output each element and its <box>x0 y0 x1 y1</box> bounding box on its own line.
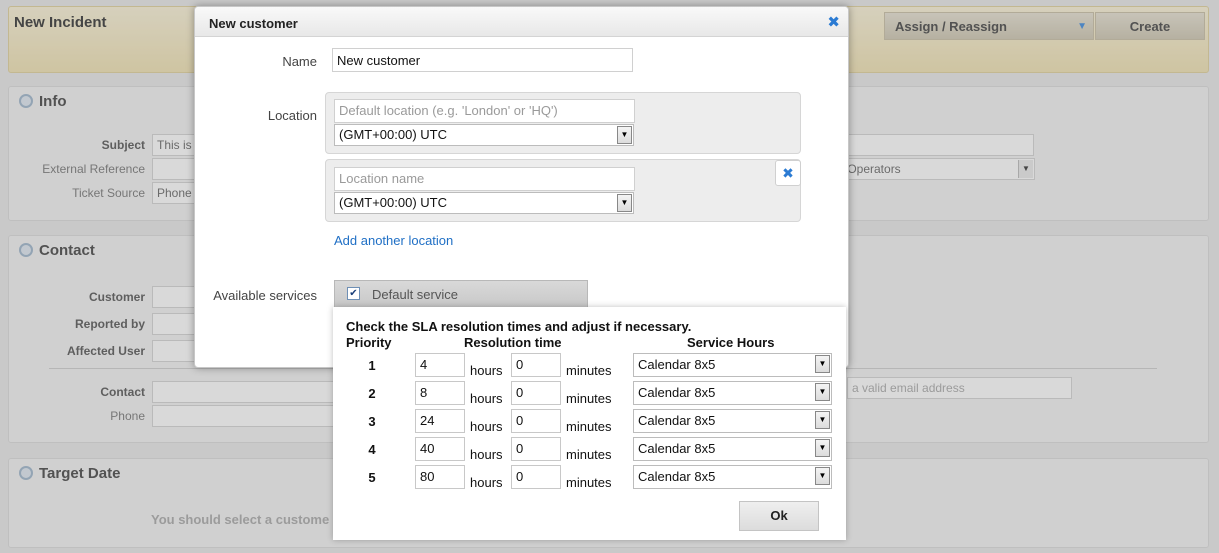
chevron-down-icon: ▼ <box>815 383 830 401</box>
priority-value: 2 <box>368 386 376 401</box>
minutes-unit: minutes <box>566 363 612 378</box>
chevron-down-icon: ▼ <box>617 194 632 212</box>
minutes-unit: minutes <box>566 447 612 462</box>
minutes-input[interactable]: 0 <box>511 381 561 405</box>
calendar-value: Calendar 8x5 <box>638 357 716 372</box>
priority-header: Priority <box>346 335 392 350</box>
minutes-unit: minutes <box>566 419 612 434</box>
chevron-down-icon: ▼ <box>815 439 830 457</box>
timezone-select-2[interactable]: (GMT+00:00) UTC ▼ <box>334 192 634 214</box>
service-hours-header: Service Hours <box>687 335 775 350</box>
default-service-label: Default service <box>372 287 458 302</box>
close-icon[interactable]: ✖ <box>827 13 840 31</box>
priority-value: 3 <box>368 414 376 429</box>
service-hours-select[interactable]: Calendar 8x5 ▼ <box>633 437 832 461</box>
priority-value: 1 <box>368 358 376 373</box>
chevron-down-icon: ▼ <box>815 411 830 429</box>
hours-input[interactable]: 80 <box>415 465 465 489</box>
hours-unit: hours <box>470 363 503 378</box>
dialog-title: New customer <box>209 16 298 31</box>
default-location-group: Default location (e.g. 'London' or 'HQ')… <box>325 92 801 154</box>
additional-location-group: Location name (GMT+00:00) UTC ▼ <box>325 159 801 222</box>
default-location-input[interactable]: Default location (e.g. 'London' or 'HQ') <box>334 99 635 123</box>
hours-input[interactable]: 8 <box>415 381 465 405</box>
timezone-value: (GMT+00:00) UTC <box>339 195 447 210</box>
minutes-input[interactable]: 0 <box>511 437 561 461</box>
hours-unit: hours <box>470 391 503 406</box>
chevron-down-icon: ▼ <box>815 467 830 485</box>
hours-unit: hours <box>470 447 503 462</box>
name-label: Name <box>282 54 317 69</box>
sla-panel: Check the SLA resolution times and adjus… <box>333 307 846 540</box>
service-hours-select[interactable]: Calendar 8x5 ▼ <box>633 353 832 377</box>
priority-value: 4 <box>368 442 376 457</box>
hours-unit: hours <box>470 419 503 434</box>
service-hours-select[interactable]: Calendar 8x5 ▼ <box>633 465 832 489</box>
priority-value: 5 <box>368 470 376 485</box>
timezone-select-1[interactable]: (GMT+00:00) UTC ▼ <box>334 124 634 146</box>
hours-input[interactable]: 4 <box>415 353 465 377</box>
service-hours-select[interactable]: Calendar 8x5 ▼ <box>633 381 832 405</box>
hours-input[interactable]: 40 <box>415 437 465 461</box>
calendar-value: Calendar 8x5 <box>638 413 716 428</box>
sla-instruction: Check the SLA resolution times and adjus… <box>346 319 692 334</box>
location-label: Location <box>267 108 317 123</box>
hours-input[interactable]: 24 <box>415 409 465 433</box>
dialog-titlebar: New customer ✖ <box>195 7 848 37</box>
chevron-down-icon: ▼ <box>617 126 632 144</box>
remove-location-icon[interactable]: ✖ <box>775 160 801 186</box>
service-hours-select[interactable]: Calendar 8x5 ▼ <box>633 409 832 433</box>
default-service-toggle[interactable]: ✔ Default service <box>334 280 588 308</box>
hours-unit: hours <box>470 475 503 490</box>
minutes-unit: minutes <box>566 475 612 490</box>
minutes-unit: minutes <box>566 391 612 406</box>
calendar-value: Calendar 8x5 <box>638 469 716 484</box>
chevron-down-icon: ▼ <box>815 355 830 373</box>
calendar-value: Calendar 8x5 <box>638 441 716 456</box>
minutes-input[interactable]: 0 <box>511 409 561 433</box>
resolution-time-header: Resolution time <box>464 335 562 350</box>
calendar-value: Calendar 8x5 <box>638 385 716 400</box>
available-services-label: Available services <box>213 288 317 303</box>
minutes-input[interactable]: 0 <box>511 353 561 377</box>
timezone-value: (GMT+00:00) UTC <box>339 127 447 142</box>
location-name-input[interactable]: Location name <box>334 167 635 191</box>
add-another-location-link[interactable]: Add another location <box>334 233 453 248</box>
ok-button[interactable]: Ok <box>739 501 819 531</box>
checkbox-checked-icon[interactable]: ✔ <box>347 287 360 300</box>
name-input[interactable] <box>332 48 633 72</box>
minutes-input[interactable]: 0 <box>511 465 561 489</box>
